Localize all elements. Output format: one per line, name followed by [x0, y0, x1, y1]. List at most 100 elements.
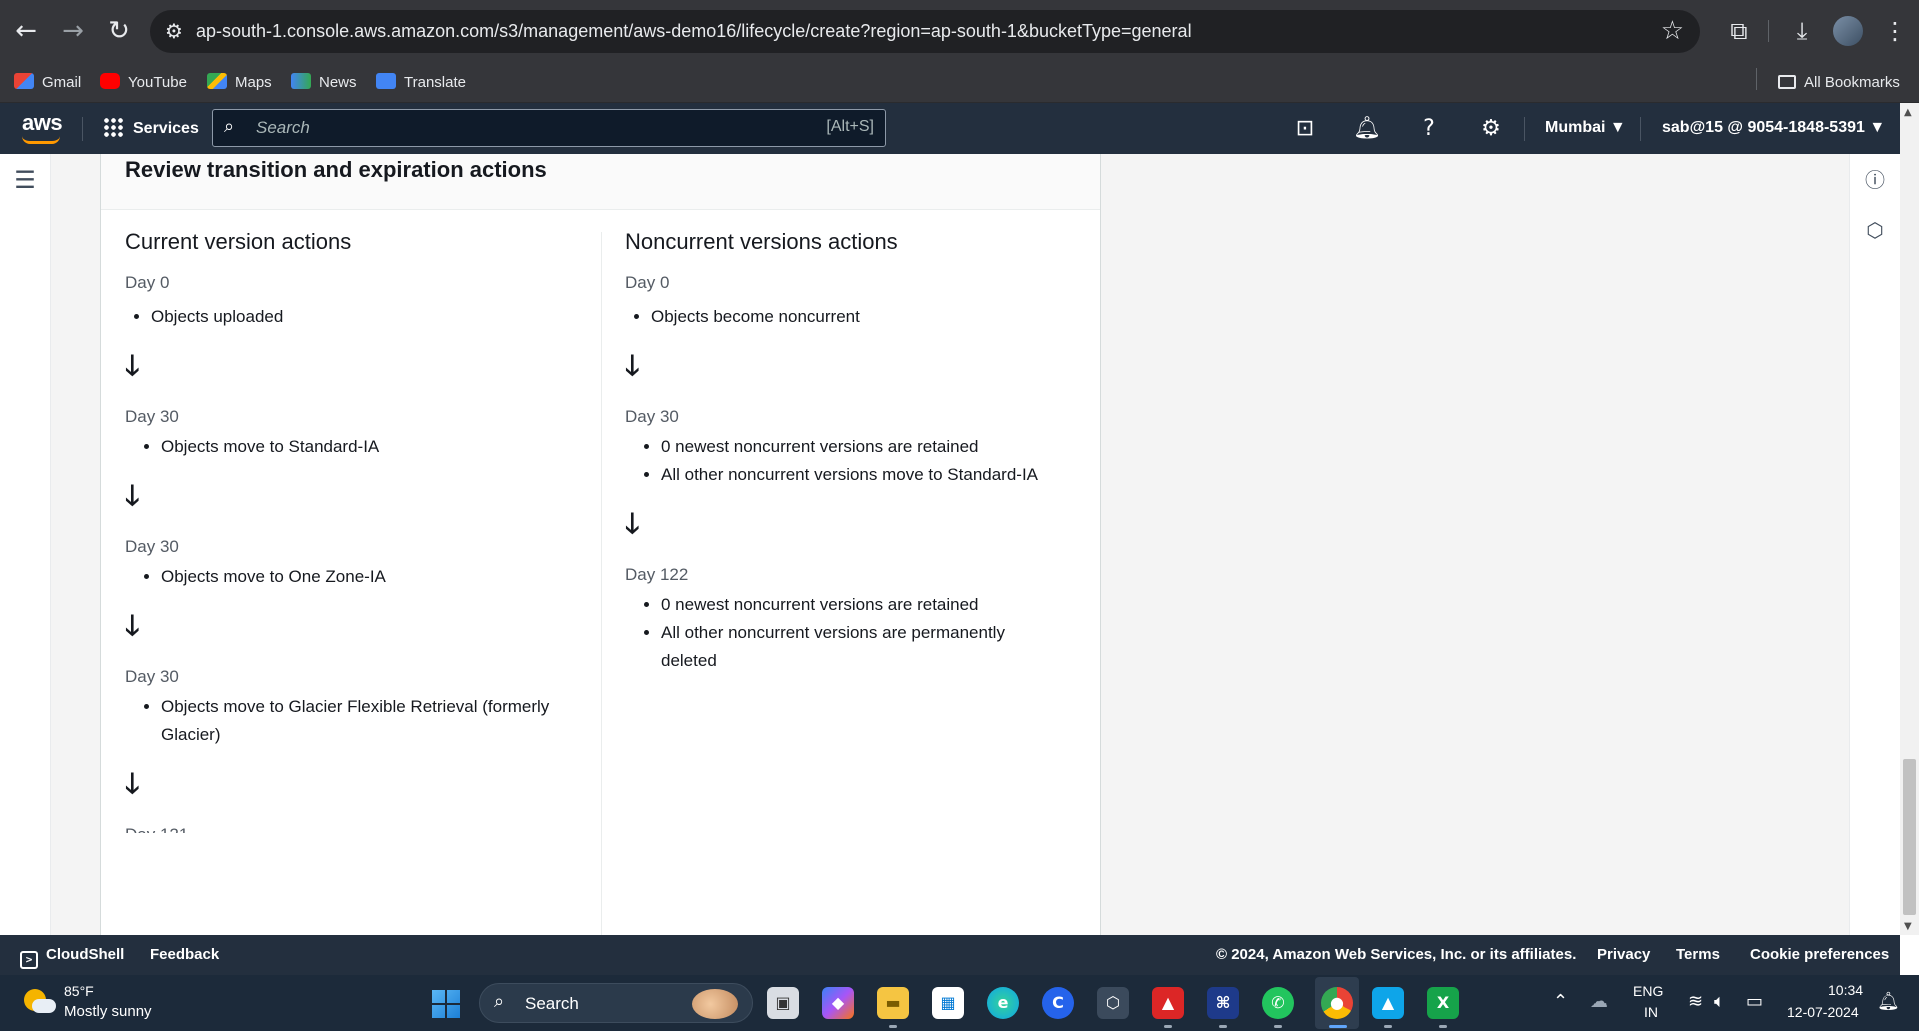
extensions-icon[interactable]: ⧉: [1722, 14, 1756, 48]
edge-browser-icon[interactable]: e: [987, 987, 1019, 1019]
day-label: Day 30: [125, 537, 179, 556]
bookmark-star-icon[interactable]: ☆: [1661, 16, 1684, 46]
region-selector[interactable]: Mumbai ▼: [1545, 119, 1626, 137]
section-title: Review transition and expiration actions: [125, 157, 547, 182]
translate-icon: [376, 73, 396, 89]
virtualbox-cube-icon[interactable]: ⬡: [1097, 987, 1129, 1019]
action-list: Objects move to Glacier Flexible Retriev…: [161, 693, 581, 749]
maps-icon: [207, 73, 227, 89]
tray-overflow-chevron-icon[interactable]: ⌃: [1553, 991, 1568, 1012]
scroll-down-icon[interactable]: ▼: [1904, 921, 1912, 932]
all-bookmarks[interactable]: All Bookmarks: [1778, 72, 1900, 94]
feedback-hexagon-icon[interactable]: ⬡: [1863, 218, 1887, 242]
copyright-text: © 2024, Amazon Web Services, Inc. or its…: [1216, 946, 1577, 963]
page-scrollbar[interactable]: ▲ ▼: [1900, 103, 1919, 935]
privacy-link[interactable]: Privacy: [1597, 946, 1650, 963]
clock-date[interactable]: 12-07-2024: [1787, 1004, 1859, 1020]
day-label: Day 121: [125, 825, 585, 833]
file-explorer-icon[interactable]: ▬: [877, 987, 909, 1019]
account-menu[interactable]: sab@15 @ 9054-1848-5391 ▼: [1662, 119, 1885, 137]
arrow-down-icon: 🡓: [125, 479, 140, 512]
notification-bell-icon[interactable]: 🔔︎: [1877, 991, 1900, 1012]
app-c-icon[interactable]: C: [1042, 987, 1074, 1019]
bookmark-youtube[interactable]: YouTube: [100, 72, 187, 94]
list-item: All other noncurrent versions move to St…: [661, 461, 1085, 489]
container-header: Review transition and expiration actions: [101, 154, 1100, 210]
windows-taskbar: 85°F Mostly sunny ⌕ Search ▣ ◆ ▬ ▦ e C ⬡…: [0, 975, 1919, 1031]
browser-toolbar: ← → ↻ ⚙ ap-south-1.console.aws.amazon.co…: [0, 0, 1919, 63]
bookmark-translate[interactable]: Translate: [376, 72, 466, 94]
help-icon[interactable]: ?: [1414, 114, 1444, 144]
feedback-link[interactable]: Feedback: [150, 946, 219, 963]
search-highlight-image: [692, 989, 738, 1019]
app-running-indicator: [1219, 1025, 1227, 1028]
photos-icon[interactable]: ▲: [1372, 987, 1404, 1019]
aws-logo[interactable]: aws: [22, 110, 63, 136]
app-active-indicator: [1329, 1025, 1347, 1028]
list-item: Objects move to Standard-IA: [161, 433, 585, 461]
terms-link[interactable]: Terms: [1676, 946, 1720, 963]
menu-icon[interactable]: ☰: [13, 168, 37, 192]
aws-search-input[interactable]: [256, 117, 756, 139]
battery-icon[interactable]: ▭: [1746, 991, 1763, 1012]
reload-icon[interactable]: ↻: [101, 13, 137, 49]
header-divider: [1640, 117, 1641, 141]
arrow-down-icon: 🡓: [125, 767, 140, 800]
bookmark-gmail[interactable]: Gmail: [14, 72, 81, 94]
right-tools-rail: ⓘ ⬡: [1849, 154, 1900, 935]
app-running-indicator: [1384, 1025, 1392, 1028]
language-region[interactable]: IN: [1644, 1004, 1658, 1020]
day-label: Day 30: [125, 407, 179, 426]
cloud-sync-off-icon[interactable]: ☁: [1590, 991, 1608, 1012]
url-text[interactable]: ap-south-1.console.aws.amazon.com/s3/man…: [196, 21, 1192, 42]
list-item: 0 newest noncurrent versions are retaine…: [661, 433, 1085, 461]
header-divider: [1524, 117, 1525, 141]
forward-icon[interactable]: →: [55, 13, 91, 49]
taskbar-search[interactable]: ⌕ Search: [479, 983, 753, 1023]
news-icon: [291, 73, 311, 89]
grid-icon: [103, 117, 123, 137]
clock-time[interactable]: 10:34: [1828, 982, 1863, 998]
weather-description[interactable]: Mostly sunny: [64, 1003, 152, 1020]
speaker-muted-icon[interactable]: 🔈︎: [1714, 991, 1725, 1012]
browser-menu-icon[interactable]: ⋮: [1878, 14, 1912, 48]
app-red-icon[interactable]: ▲: [1152, 987, 1184, 1019]
copilot-icon[interactable]: ◆: [822, 987, 854, 1019]
language-code[interactable]: ENG: [1633, 983, 1663, 999]
downloads-icon[interactable]: ⤓: [1785, 14, 1819, 48]
microsoft-store-icon[interactable]: ▦: [932, 987, 964, 1019]
scroll-thumb[interactable]: [1903, 759, 1916, 915]
site-info-icon[interactable]: ⚙: [162, 19, 186, 43]
settings-gear-icon[interactable]: ⚙: [1476, 114, 1506, 144]
cloudshell-icon: >: [20, 951, 38, 969]
windows-start-icon[interactable]: [432, 990, 460, 1018]
excel-icon[interactable]: X: [1427, 987, 1459, 1019]
info-icon[interactable]: ⓘ: [1863, 168, 1887, 192]
weather-partly-sunny-icon[interactable]: [24, 989, 56, 1017]
task-view-icon[interactable]: ▣: [767, 987, 799, 1019]
cloudshell-icon[interactable]: ⊡: [1290, 114, 1320, 144]
arrow-down-icon: 🡓: [625, 507, 640, 540]
whatsapp-icon[interactable]: ✆: [1262, 987, 1294, 1019]
bookmark-news[interactable]: News: [291, 72, 357, 94]
address-bar[interactable]: ⚙ ap-south-1.console.aws.amazon.com/s3/m…: [150, 10, 1700, 53]
toolbar-divider: [1768, 20, 1769, 42]
back-icon[interactable]: ←: [8, 13, 44, 49]
app-running-indicator: [1164, 1025, 1172, 1028]
list-item: Objects become noncurrent: [651, 303, 1085, 331]
services-menu[interactable]: Services: [103, 116, 199, 142]
chrome-browser-icon[interactable]: ●: [1321, 987, 1353, 1019]
action-list: Objects move to Standard-IA: [161, 433, 585, 461]
action-list: Objects move to One Zone-IA: [161, 563, 585, 591]
weather-temperature[interactable]: 85°F: [64, 983, 94, 999]
aws-search-box[interactable]: ⌕ [Alt+S]: [212, 109, 886, 147]
bookmark-maps[interactable]: Maps: [207, 72, 272, 94]
cookie-preferences-link[interactable]: Cookie preferences: [1750, 946, 1889, 963]
network-tool-icon[interactable]: ⌘: [1207, 987, 1239, 1019]
notifications-bell-icon[interactable]: 🔔︎: [1352, 114, 1382, 144]
profile-avatar[interactable]: [1833, 16, 1863, 46]
cloudshell-button[interactable]: > CloudShell: [20, 946, 124, 969]
cloud-shape: [32, 999, 56, 1013]
wifi-icon[interactable]: ≋: [1688, 991, 1703, 1012]
scroll-up-icon[interactable]: ▲: [1904, 107, 1912, 118]
